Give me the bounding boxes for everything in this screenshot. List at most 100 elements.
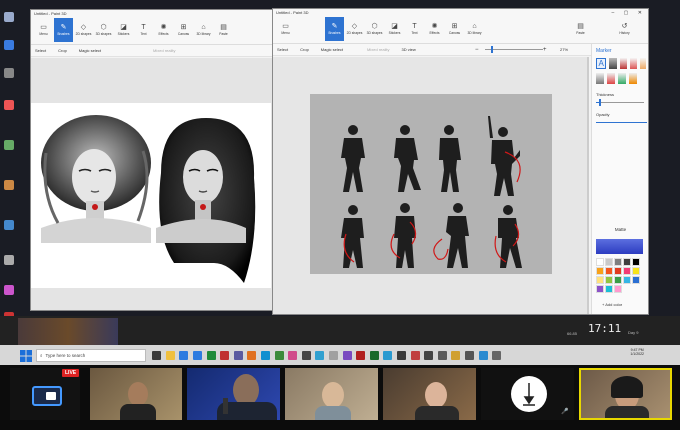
desktop-icon-recycle-bin[interactable] [1,12,17,23]
desktop-icon-app[interactable] [1,140,17,151]
watercolor-brush-icon[interactable] [630,58,638,69]
magic-select-tool[interactable]: Magic select [79,48,101,53]
mixed-reality-tool[interactable]: Mixed reality [153,48,175,53]
paint3d-window-right[interactable]: Untitled - Paint 3D – ▢ ✕ ▭ Menu ✎ Brushes… [272,8,649,315]
vertical-scrollbar[interactable] [587,57,589,314]
pixel-pen-icon[interactable] [618,73,626,84]
color-swatch[interactable] [596,258,604,266]
participant-video-1[interactable] [90,368,182,420]
desktop-icon-app[interactable] [1,68,17,79]
color-swatch[interactable] [596,276,604,284]
desktop-icon-app[interactable] [1,255,17,266]
ribbon-3d-library[interactable]: ⌂ 3D library [194,18,213,42]
taskbar-app-icon[interactable] [233,350,243,360]
ribbon-paste[interactable]: ▤ Paste [214,18,233,42]
taskbar-app-icon[interactable] [206,350,216,360]
taskbar-app-icon[interactable] [247,350,257,360]
desktop-icon-app[interactable] [1,180,17,191]
taskbar-app-icon[interactable] [424,350,434,360]
crayon-icon[interactable] [607,73,615,84]
color-swatch[interactable] [605,276,613,284]
taskbar-app-icon[interactable] [410,350,420,360]
desktop-icon-app[interactable] [1,100,17,111]
taskbar-search-input[interactable]: ⌕ Type here to search [36,348,146,362]
taskbar-app-icon[interactable] [152,350,162,360]
color-swatch[interactable] [596,285,604,293]
color-swatch[interactable] [632,267,640,275]
taskbar-app-icon[interactable] [220,350,230,360]
taskbar-app-icon[interactable] [329,350,339,360]
taskbar-app-icon[interactable] [396,350,406,360]
mixed-reality-tool[interactable]: Mixed reality [367,47,389,52]
participant-video-3[interactable] [285,368,378,420]
color-swatch[interactable] [632,258,640,266]
taskbar-app-icon[interactable] [315,350,325,360]
color-swatch[interactable] [632,276,640,284]
color-swatch[interactable] [623,276,631,284]
system-clock[interactable]: 9:47 PM 1/1/2022 [630,348,644,356]
taskbar-app-icon[interactable] [464,350,474,360]
taskbar-app-icon[interactable] [383,350,393,360]
taskbar-app-icon[interactable] [261,350,271,360]
taskbar-app-icon[interactable] [165,350,175,360]
zoom-out-icon[interactable]: − [475,47,479,53]
color-swatch[interactable] [614,258,622,266]
marker-brush-icon[interactable]: A [596,58,607,69]
canvas-workspace[interactable] [273,57,589,314]
ribbon-text[interactable]: T Text [134,18,153,42]
taskbar-app-icon[interactable] [492,350,502,360]
desktop-icon-app[interactable] [1,285,17,296]
ribbon-effects[interactable]: ✺ Effects [154,18,173,42]
desktop-icon-teamviewer[interactable] [1,40,17,51]
participant-avatar-tile[interactable]: 🎤 [481,368,574,420]
canvas-drawing[interactable] [310,94,552,274]
pencil-brush-icon[interactable] [640,58,647,69]
color-swatch[interactable] [623,267,631,275]
eraser-icon[interactable] [596,73,604,84]
zoom-slider[interactable] [485,49,543,50]
ribbon-3d-library[interactable]: ⌂ 3D library [465,17,484,41]
spray-can-icon[interactable] [629,73,637,84]
window-controls[interactable]: – ▢ ✕ [612,9,646,17]
finish-label[interactable]: Matte [596,227,645,232]
oil-brush-icon[interactable] [619,58,628,69]
color-swatch[interactable] [623,258,631,266]
thickness-slider[interactable] [596,98,646,106]
ribbon-3d-shapes[interactable]: ⬡ 3D shapes [365,17,384,41]
ribbon-text[interactable]: T Text [405,17,424,41]
color-swatch[interactable] [614,285,622,293]
taskbar-app-icon[interactable] [193,350,203,360]
taskbar-app-icon[interactable] [437,350,447,360]
3d-view-tool[interactable]: 3D view [401,47,415,52]
color-swatch[interactable] [605,258,613,266]
participant-video-2[interactable] [187,368,280,420]
opacity-slider[interactable] [596,118,647,126]
color-swatch[interactable] [614,276,622,284]
color-swatch[interactable] [596,267,604,275]
color-swatch[interactable] [605,267,613,275]
ribbon-stickers[interactable]: ◪ Stickers [385,17,404,41]
canvas-workspace[interactable] [31,58,275,310]
desktop-icon-app[interactable] [1,220,17,231]
taskbar-app-icon[interactable] [274,350,284,360]
ribbon-history[interactable]: ↺ History [615,17,634,41]
ribbon-brushes[interactable]: ✎ Brushes [325,17,344,41]
select-tool[interactable]: Select [35,48,46,53]
zoom-slider-thumb[interactable] [491,46,493,53]
taskbar-app-icon[interactable] [301,350,311,360]
ribbon-stickers[interactable]: ◪ Stickers [114,18,133,42]
taskbar-app-icon[interactable] [342,350,352,360]
taskbar-app-icon[interactable] [451,350,461,360]
ribbon-2d-shapes[interactable]: ◇ 2D shapes [74,18,93,42]
ribbon-effects[interactable]: ✺ Effects [425,17,444,41]
ribbon-brushes[interactable]: ✎ Brushes [54,18,73,42]
zoom-in-icon[interactable]: + [543,47,547,53]
select-tool[interactable]: Select [277,47,288,52]
canvas-drawing[interactable] [31,103,271,288]
taskbar-app-icon[interactable] [288,350,298,360]
magic-select-tool[interactable]: Magic select [321,47,343,52]
pen-brush-icon[interactable] [609,58,617,69]
add-color-button[interactable]: + Add color [602,302,622,307]
ribbon-menu[interactable]: ▭ Menu [276,17,295,41]
taskbar-app-icon[interactable] [179,350,189,360]
